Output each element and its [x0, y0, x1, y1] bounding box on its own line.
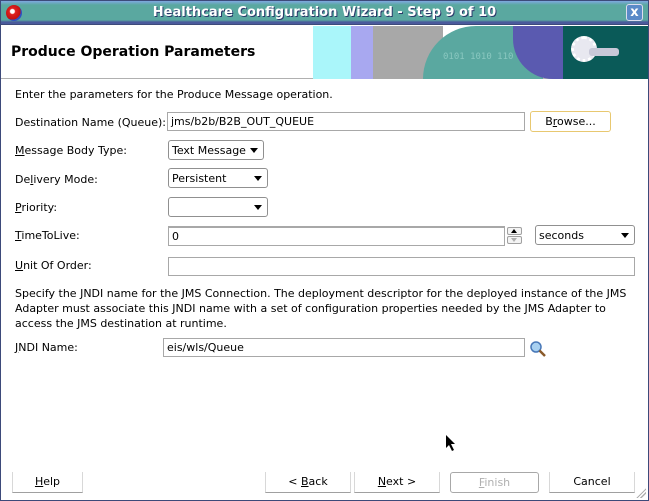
back-mnemonic: B — [301, 475, 309, 488]
intro-text: Enter the parameters for the Produce Mes… — [15, 88, 333, 101]
spinner-up-icon[interactable] — [507, 227, 522, 235]
jndi-name-value: eis/wls/Queue — [167, 341, 244, 354]
label-mnemonic: U — [15, 259, 24, 272]
plug-icon — [589, 48, 619, 56]
banner-binary-text: 0101 1010 110 — [443, 52, 514, 62]
priority-select[interactable] — [168, 197, 268, 217]
close-button[interactable]: x — [626, 4, 643, 21]
unit-of-order-input[interactable] — [168, 257, 635, 276]
destination-value: jms/b2b/B2B_OUT_QUEUE — [171, 115, 315, 128]
wizard-header: Produce Operation Parameters 0101 1010 1… — [1, 26, 648, 79]
time-to-live-value: 0 — [172, 230, 179, 243]
browse-button[interactable]: Browse... — [530, 111, 611, 132]
chevron-down-icon — [254, 176, 262, 181]
time-to-live-input[interactable]: 0 — [168, 226, 505, 246]
label-text-rest: ivery Mode: — [33, 173, 98, 186]
next-button[interactable]: Next > — [354, 472, 440, 493]
label-mnemonic: M — [15, 144, 25, 157]
time-to-live-spinner[interactable] — [507, 227, 522, 245]
next-label: ext > — [386, 475, 417, 488]
resize-grip[interactable] — [636, 488, 646, 498]
close-icon: x — [630, 5, 639, 20]
help-label: elp — [43, 475, 61, 488]
mouse-cursor-icon — [446, 435, 455, 451]
jndi-description: Specify the JNDI name for the JMS Connec… — [15, 287, 627, 330]
label-text: nit Of Order: — [23, 259, 92, 272]
banner-stripe — [313, 26, 351, 79]
banner-stripe — [351, 26, 373, 79]
jndi-name-label: JNDI Name: — [15, 341, 78, 354]
cancel-button[interactable]: Cancel — [549, 472, 635, 493]
label-text: imeToLive: — [21, 229, 80, 242]
back-button[interactable]: < Back — [265, 472, 351, 493]
unit-of-order-label: Unit Of Order: — [15, 259, 92, 272]
label-text: NDI Name: — [18, 341, 78, 354]
label-text: De — [15, 173, 31, 186]
title-bar[interactable]: Healthcare Configuration Wizard - Step 9… — [1, 1, 648, 25]
banner-graphic: 0101 1010 110 — [313, 26, 648, 79]
back-prefix: < — [288, 475, 301, 488]
label-text: riority: — [21, 201, 58, 214]
selected-value: Text Message — [172, 144, 246, 157]
destination-label: Destination Name (Queue): — [15, 116, 166, 129]
delivery-mode-select[interactable]: Persistent — [168, 168, 268, 188]
chevron-down-icon — [254, 205, 262, 210]
back-label: ack — [308, 475, 328, 488]
message-body-type-select[interactable]: Text Message — [168, 140, 264, 160]
label-text: essage Body Type: — [24, 144, 127, 157]
selected-value: Persistent — [172, 172, 227, 185]
time-to-live-label: TimeToLive: — [15, 229, 80, 242]
finish-button: Finish — [450, 472, 539, 493]
chevron-down-icon — [250, 148, 258, 153]
next-mnemonic: N — [377, 475, 387, 488]
window-title: Healthcare Configuration Wizard - Step 9… — [152, 5, 497, 20]
destination-input[interactable]: jms/b2b/B2B_OUT_QUEUE — [167, 112, 525, 131]
spinner-down-icon[interactable] — [507, 236, 522, 244]
priority-label: Priority: — [15, 201, 57, 214]
selected-value: seconds — [539, 229, 584, 242]
jndi-name-input[interactable]: eis/wls/Queue — [163, 338, 525, 357]
browse-label-rest: owse... — [557, 115, 596, 128]
search-icon[interactable] — [529, 340, 547, 358]
wizard-window: Healthcare Configuration Wizard - Step 9… — [0, 0, 649, 501]
browse-label: B — [545, 115, 553, 128]
chevron-down-icon — [621, 233, 629, 238]
help-button[interactable]: Help — [12, 472, 83, 493]
message-body-type-label: Message Body Type: — [15, 144, 127, 157]
help-mnemonic: H — [34, 475, 44, 488]
delivery-mode-label: Delivery Mode: — [15, 173, 98, 186]
page-title: Produce Operation Parameters — [11, 44, 256, 60]
finish-label: inish — [484, 476, 511, 489]
time-unit-select[interactable]: seconds — [535, 225, 635, 245]
